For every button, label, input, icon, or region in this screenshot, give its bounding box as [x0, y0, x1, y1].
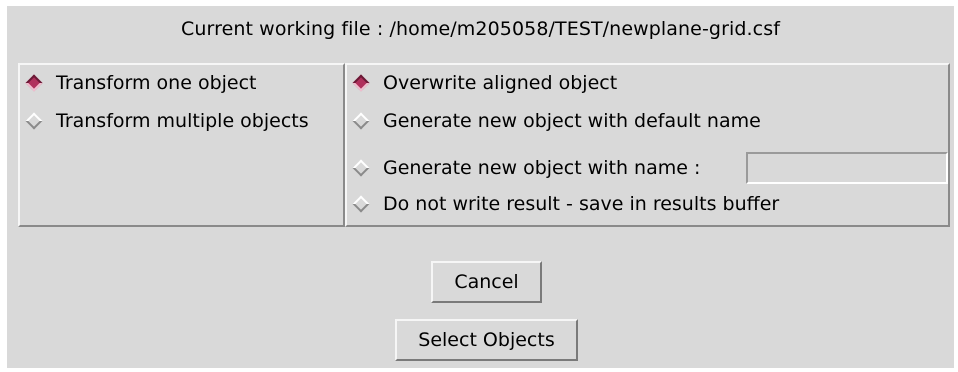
- radio-transform-multiple[interactable]: Transform multiple objects: [22, 106, 309, 136]
- radio-label: Transform multiple objects: [56, 110, 309, 132]
- radio-label: Generate new object with default name: [383, 110, 761, 132]
- select-objects-button[interactable]: Select Objects: [395, 319, 578, 361]
- radio-label: Transform one object: [56, 72, 257, 94]
- radio-new-with-name[interactable]: Generate new object with name :: [349, 153, 700, 183]
- radio-overwrite-aligned[interactable]: Overwrite aligned object: [349, 68, 617, 98]
- radio-label: Generate new object with name :: [383, 157, 701, 179]
- cancel-button[interactable]: Cancel: [431, 261, 542, 303]
- transform-dialog: Current working file : /home/m205058/TES…: [7, 6, 954, 368]
- radio-unselected-icon: [352, 159, 370, 177]
- radio-selected-icon: [25, 74, 43, 92]
- radio-unselected-icon: [25, 112, 43, 130]
- radio-label: Do not write result - save in results bu…: [383, 193, 780, 215]
- radio-results-buffer[interactable]: Do not write result - save in results bu…: [349, 189, 779, 219]
- radio-selected-icon: [352, 74, 370, 92]
- radio-new-default-name[interactable]: Generate new object with default name: [349, 106, 761, 136]
- object-name-input[interactable]: [746, 152, 948, 184]
- radio-unselected-icon: [352, 195, 370, 213]
- transform-mode-panel: Transform one object Transform multiple …: [18, 63, 345, 227]
- radio-unselected-icon: [352, 112, 370, 130]
- output-mode-panel: Overwrite aligned object Generate new ob…: [345, 63, 950, 227]
- current-file-title: Current working file : /home/m205058/TES…: [180, 18, 781, 40]
- radio-transform-one[interactable]: Transform one object: [22, 68, 257, 98]
- radio-label: Overwrite aligned object: [383, 72, 618, 94]
